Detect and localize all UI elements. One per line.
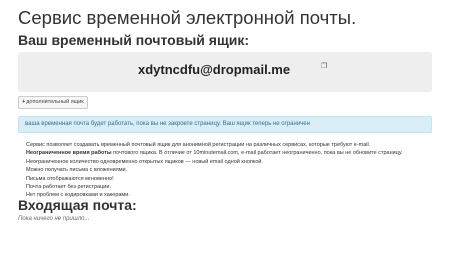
email-display-box: xdytncdfu@dropmail.me ❐	[18, 52, 432, 92]
copy-icon[interactable]: ❐	[321, 63, 328, 70]
feature-item: Неограниченное время работы почтового ящ…	[26, 149, 432, 157]
inbox-heading: Входящая почта:	[18, 197, 137, 213]
page-title: Сервис временной электронной почты.	[18, 7, 357, 28]
plus-icon: +	[22, 99, 26, 105]
add-mailbox-label: дополнительный ящик	[26, 99, 84, 105]
mailbox-heading: Ваш временный почтовый ящик:	[18, 32, 250, 48]
feature-item: Неограниченное количество одновременно о…	[26, 158, 432, 166]
inbox-empty-message: Пока ничего не пришло...	[18, 216, 90, 222]
feature-item: Можно получать письма с вложениями.	[26, 166, 432, 174]
feature-item: Письма отображаются мгновенно!	[26, 175, 432, 183]
email-address[interactable]: xdytncdfu@dropmail.me	[138, 62, 290, 77]
feature-item: Почта работает без регистрации.	[26, 183, 432, 191]
add-mailbox-button[interactable]: +дополнительный ящик	[18, 96, 88, 109]
info-alert: ваша временная почта будет работать, пок…	[18, 116, 432, 133]
info-alert-text: ваша временная почта будет работать, пок…	[25, 121, 310, 127]
feature-item: Сервис позволяет создавать временный поч…	[26, 141, 432, 149]
features-list: Сервис позволяет создавать временный поч…	[18, 141, 432, 200]
